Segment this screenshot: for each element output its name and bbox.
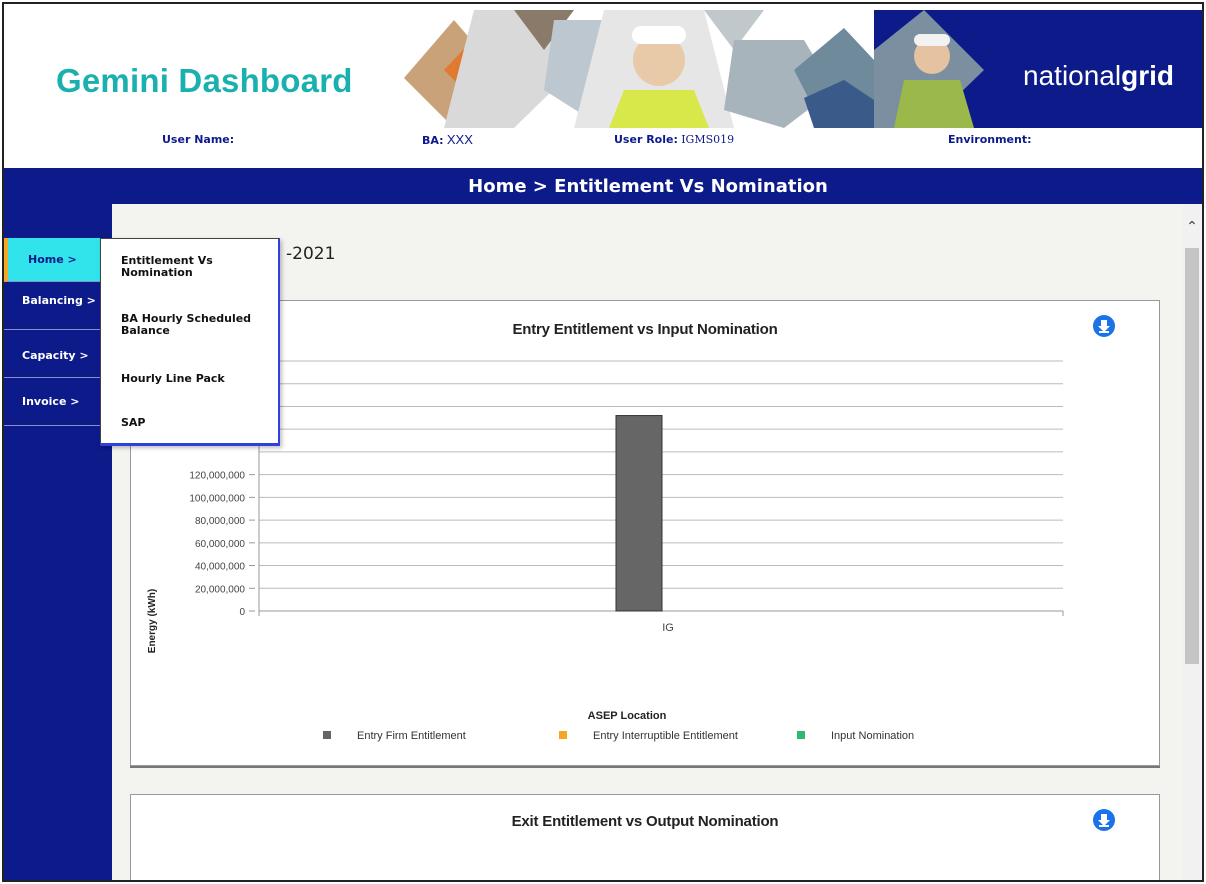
user-role-field: User Role: IGMS019 [614, 133, 735, 146]
home-dropdown-menu: Entitlement Vs Nomination BA Hourly Sche… [100, 238, 280, 446]
x-tick-label: IG [662, 622, 674, 634]
y-tick-label: 0 [239, 607, 245, 618]
entry-chart: 0 20,000,000 40,000,000 60,000,000 80,000,00… [147, 360, 1064, 742]
scroll-thumb[interactable] [1185, 248, 1199, 664]
banner-brand-panel: nationalgrid [874, 10, 1202, 128]
sidebar-item-home[interactable]: Home > [4, 238, 112, 282]
exit-chart-card: Exit Entitlement vs Output Nomination [130, 794, 1160, 880]
bar-entry-firm-entitlement [615, 415, 663, 612]
legend-swatch [559, 731, 567, 739]
page-title: Home > Entitlement Vs Nomination [468, 176, 828, 197]
y-tick-label: 80,000,000 [195, 516, 245, 527]
nationalgrid-logo: nationalgrid [1023, 60, 1174, 91]
legend-swatch [797, 731, 805, 739]
y-tick-label: 20,000,000 [195, 584, 245, 595]
sidebar: Home > Balancing > Capacity > Invoice > [4, 204, 112, 880]
menu-item-hourly-line-pack[interactable]: Hourly Line Pack [121, 373, 271, 385]
header: Gemini Dashboard nationalgrid User Name:… [4, 4, 1202, 168]
header-banner: nationalgrid [404, 10, 1202, 128]
app-window: Gemini Dashboard nationalgrid User Name:… [2, 2, 1204, 882]
menu-item-entitlement-vs-nomination[interactable]: Entitlement Vs Nomination [121, 255, 271, 279]
vertical-scrollbar[interactable]: ⌃ [1182, 204, 1202, 880]
scroll-up-icon[interactable]: ⌃ [1182, 216, 1202, 236]
legend-label: Input Nomination [831, 730, 914, 742]
entry-chart-card: Entry Entitlement vs Input Nomination 02… [130, 300, 1160, 766]
environment-field: Environment: [948, 133, 1032, 146]
date-title: -2021 [286, 244, 336, 264]
banner-photo-collage [404, 10, 874, 128]
y-tick-label: 120,000,000 [189, 471, 245, 482]
chart-title: Exit Entitlement vs Output Nomination [511, 813, 779, 830]
y-axis-label: Energy (kWh) [147, 589, 158, 653]
ba-field: BA: XXX [422, 132, 473, 147]
download-icon[interactable] [1093, 809, 1115, 831]
banner-photo-right [874, 10, 984, 128]
menu-item-sap[interactable]: SAP [121, 417, 271, 429]
legend-label: Entry Firm Entitlement [357, 730, 466, 742]
y-tick-label: 100,000,000 [189, 493, 245, 504]
legend-label: Entry Interruptible Entitlement [593, 730, 738, 742]
user-name-field: User Name: [162, 133, 235, 146]
x-axis-label: ASEP Location [588, 710, 667, 722]
breadcrumb: Home > Entitlement Vs Nomination [4, 168, 1202, 204]
sidebar-item-capacity[interactable]: Capacity > [4, 334, 112, 378]
y-tick-label: 60,000,000 [195, 539, 245, 550]
user-info-row: User Name: BA: XXX User Role: IGMS019 En… [4, 132, 1202, 154]
legend-swatch [323, 731, 331, 739]
sidebar-item-invoice[interactable]: Invoice > [4, 380, 112, 426]
sidebar-item-balancing[interactable]: Balancing > [4, 286, 112, 330]
app-title: Gemini Dashboard [56, 62, 353, 99]
chart-legend: Entry Firm Entitlement Entry Interruptibl… [323, 730, 914, 742]
y-tick-label: 40,000,000 [195, 562, 245, 573]
menu-item-ba-hourly-scheduled-balance[interactable]: BA Hourly Scheduled Balance [121, 313, 271, 337]
